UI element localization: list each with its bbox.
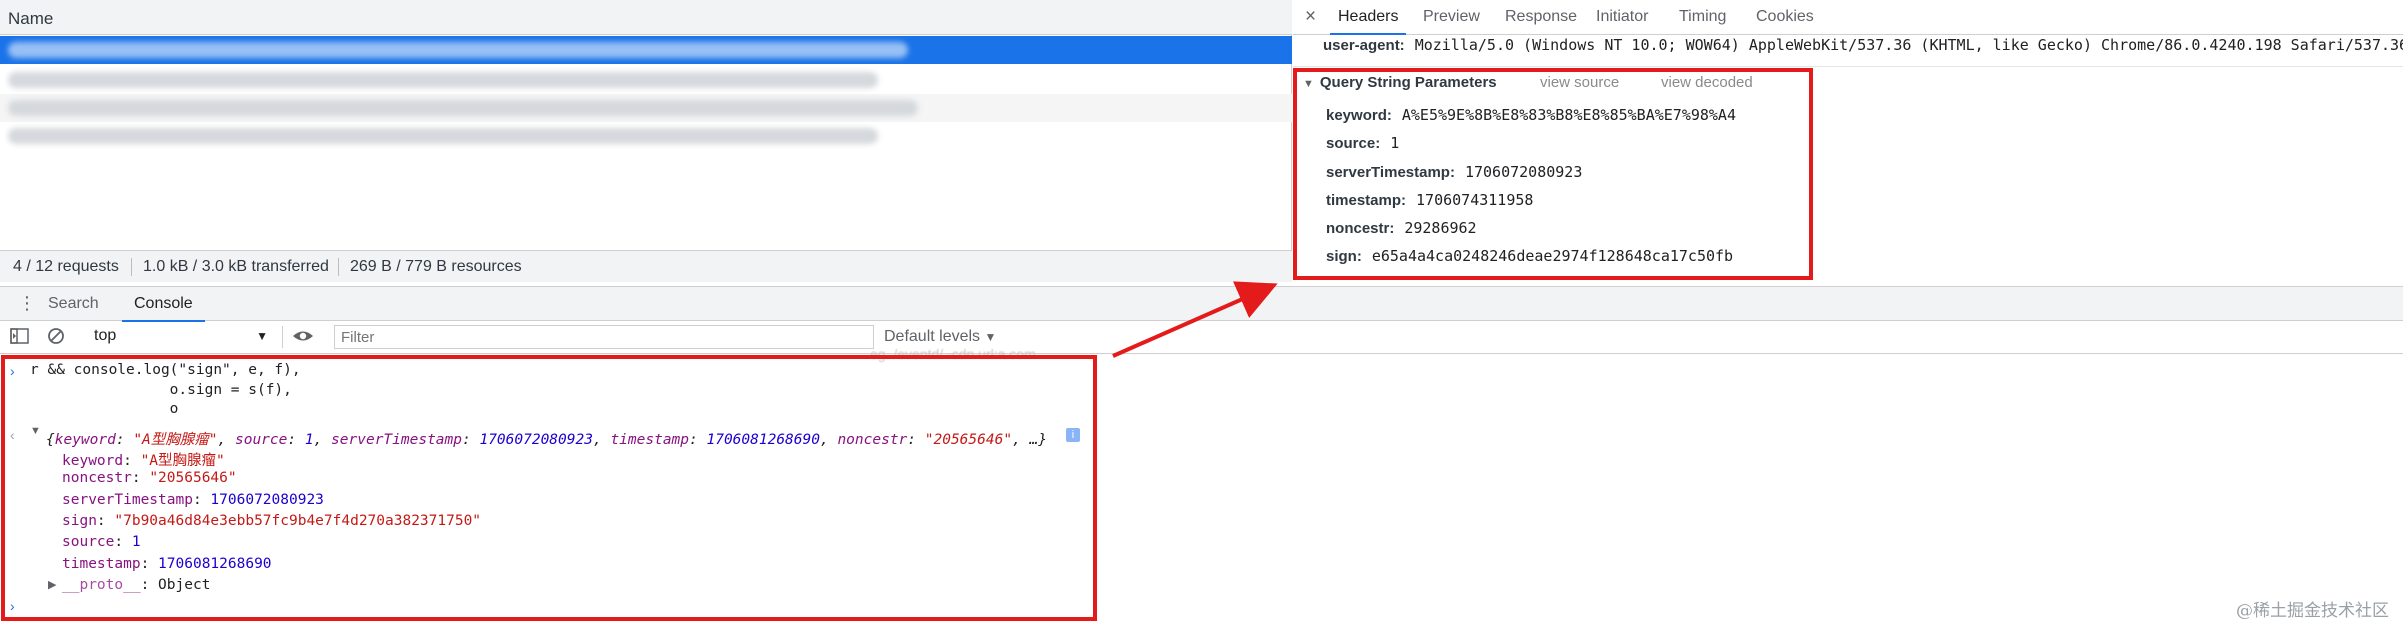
tab-cookies[interactable]: Cookies: [1756, 8, 1814, 26]
tab-console[interactable]: Console: [122, 295, 205, 322]
request-row[interactable]: [0, 94, 1292, 122]
resources-size: 269 B / 779 B resources: [350, 258, 522, 275]
annotation-box-console-output: [1, 355, 1097, 621]
section-divider: [1293, 66, 2403, 67]
redacted-request-url: [8, 128, 878, 144]
watermark-text: @稀土掘金技术社区: [2236, 601, 2389, 621]
redacted-request-url: [8, 100, 918, 116]
live-expression-eye-icon[interactable]: [292, 327, 314, 350]
redacted-request-url: [8, 72, 878, 88]
tab-headers[interactable]: Headers: [1329, 8, 1408, 35]
context-value: top: [94, 327, 117, 344]
tab-initiator[interactable]: Initiator: [1596, 8, 1648, 26]
clear-console-icon[interactable]: [47, 327, 65, 350]
sidebar-toggle-icon[interactable]: [10, 327, 30, 350]
request-row[interactable]: [0, 36, 1292, 64]
transferred-size: 1.0 kB / 3.0 kB transferred: [143, 258, 329, 275]
annotation-box-query-params: [1293, 68, 1813, 280]
request-row[interactable]: [0, 66, 1292, 94]
console-toolbar: top ▼ Default levels ▼: [0, 322, 2403, 354]
network-request-panel: Name 4 / 12 requests 1.0 kB / 3.0 kB tra…: [0, 0, 1292, 282]
close-icon[interactable]: ×: [1305, 6, 1316, 28]
tab-search[interactable]: Search: [48, 295, 99, 313]
console-filter-input[interactable]: [334, 325, 874, 349]
tab-preview[interactable]: Preview: [1423, 8, 1480, 26]
more-options-icon[interactable]: ⋮: [18, 294, 36, 312]
request-row[interactable]: [0, 122, 1292, 150]
requests-count: 4 / 12 requests: [13, 258, 119, 275]
network-status-bar: 4 / 12 requests 1.0 kB / 3.0 kB transfer…: [0, 250, 1292, 282]
toolbar-divider: [282, 326, 283, 348]
header-value: Mozilla/5.0 (Windows NT 10.0; WOW64) App…: [1414, 36, 2403, 54]
tab-timing[interactable]: Timing: [1679, 8, 1726, 26]
user-agent-header: user-agent: Mozilla/5.0 (Windows NT 10.0;…: [1323, 36, 2403, 54]
log-levels-dropdown[interactable]: Default levels ▼: [884, 328, 996, 346]
header-key: user-agent:: [1323, 37, 1405, 54]
redacted-request-url: [8, 42, 908, 58]
detail-tabbar: × Headers Preview Response Initiator Tim…: [1293, 0, 2403, 35]
context-selector[interactable]: top ▼: [84, 326, 272, 348]
dropdown-arrow-icon: ▼: [984, 330, 997, 344]
network-table-header: Name: [0, 0, 1292, 35]
status-divider: [131, 258, 132, 276]
dropdown-arrow-icon: ▼: [256, 329, 268, 343]
tab-response[interactable]: Response: [1505, 8, 1577, 26]
log-levels-label: Default levels: [884, 328, 981, 345]
drawer-tabbar: ⋮ Search Console: [0, 286, 2403, 322]
name-column-header[interactable]: Name: [8, 9, 53, 29]
status-divider: [338, 258, 339, 276]
